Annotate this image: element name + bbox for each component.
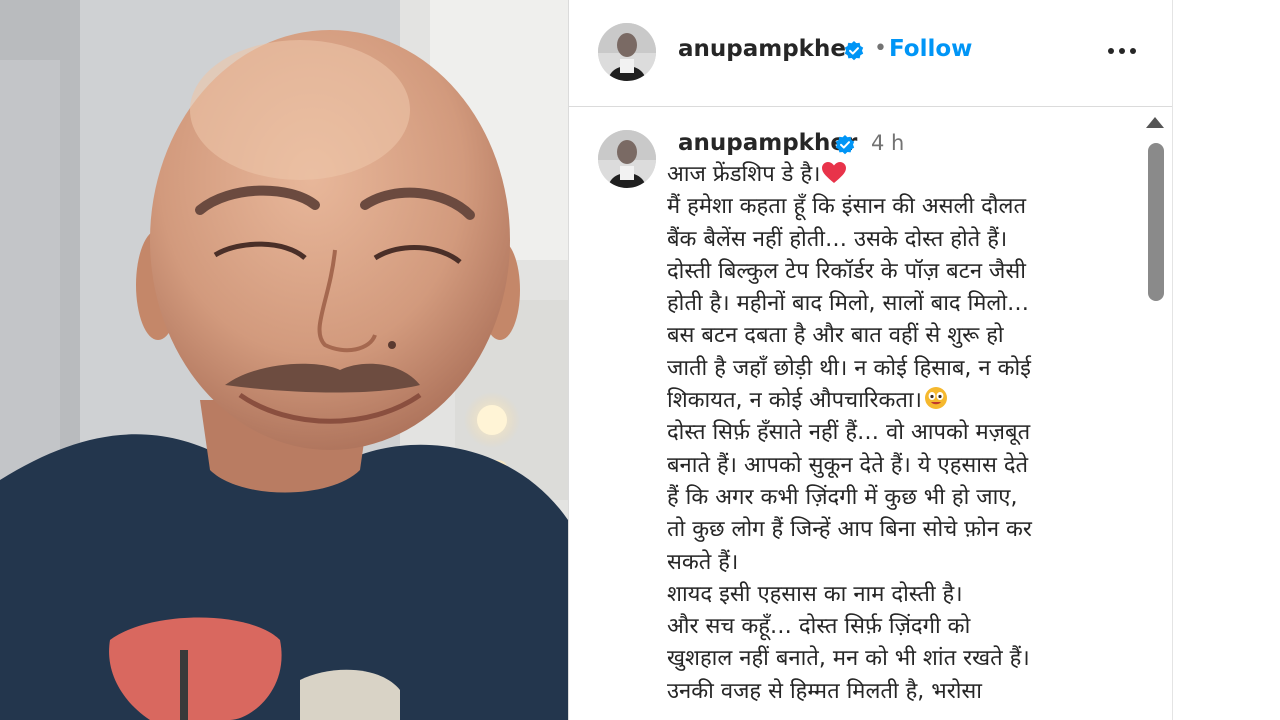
avatar-image xyxy=(598,23,656,81)
caption-line: बनाते हैं। आपको सुकून देते हैं। ये एहसास… xyxy=(667,452,1029,478)
caption-username[interactable]: anupampkher xyxy=(678,130,857,156)
caption-line: हैं कि अगर कभी ज़िंदगी में कुछ भी हो जाए… xyxy=(667,484,1018,510)
post-details-panel: anupampkher • Follow anupampkher 4 h आज … xyxy=(569,0,1173,720)
scrollbar-thumb[interactable] xyxy=(1148,143,1164,301)
caption-line: आज फ्रेंडशिप डे है। xyxy=(667,159,1117,191)
caption-line: बस बटन दबता है और बात वहीं से शुरू हो xyxy=(667,323,1004,349)
separator-dot: • xyxy=(874,36,887,61)
page-background xyxy=(1173,0,1280,720)
caption-line: शिकायत, न कोई औपचारिकता। xyxy=(667,385,1117,417)
follow-button[interactable]: Follow xyxy=(889,36,972,62)
caption-line: बैंक बैलेंस नहीं होती… उसके दोस्त होते ह… xyxy=(667,226,1008,252)
post-timestamp[interactable]: 4 h xyxy=(871,131,904,155)
post-photo[interactable] xyxy=(0,0,568,720)
caption-line: शायद इसी एहसास का नाम दोस्ती है। xyxy=(667,581,963,607)
selfie-image xyxy=(0,0,568,720)
verified-badge-icon xyxy=(844,41,864,61)
caption-text: आज फ्रेंडशिप डे है। मैं हमेशा कहता हूँ क… xyxy=(667,159,1117,708)
heart-emoji-icon xyxy=(822,162,847,183)
avatar[interactable] xyxy=(598,23,656,81)
post-header: anupampkher • Follow xyxy=(569,0,1173,107)
scroll-up-arrow-icon[interactable] xyxy=(1146,117,1164,128)
avatar[interactable] xyxy=(598,130,656,188)
more-options-icon[interactable] xyxy=(1106,48,1138,56)
post-username[interactable]: anupampkher xyxy=(678,36,857,62)
caption-line: तो कुछ लोग हैं जिन्हें आप बिना सोचे फ़ोन… xyxy=(667,517,1032,543)
caption-line: मैं हमेशा कहता हूँ कि इंसान की असली दौलत xyxy=(667,194,1026,220)
grinning-face-emoji-icon xyxy=(924,387,947,410)
verified-badge-icon xyxy=(835,135,855,155)
caption-line: होती है। महीनों बाद मिलो, सालों बाद मिलो… xyxy=(667,291,1030,317)
caption-line: दोस्त सिर्फ़ हँसाते नहीं हैं… वो आपको मज… xyxy=(667,420,1031,446)
caption-line: दोस्ती बिल्कुल टेप रिकॉर्डर के पॉज़ बटन … xyxy=(667,258,1026,284)
caption-line: और सच कहूँ… दोस्त सिर्फ़ ज़िंदगी को xyxy=(667,614,971,640)
caption-line: उनकी वजह से हिम्मत मिलती है, भरोसा xyxy=(667,678,982,704)
caption-line: खुशहाल नहीं बनाते, मन को भी शांत रखते है… xyxy=(667,646,1030,672)
caption-line: सकते हैं। xyxy=(667,549,739,575)
caption-section: anupampkher 4 h आज फ्रेंडशिप डे है। मैं … xyxy=(569,107,1173,720)
caption-line: जाती है जहाँ छोड़ी थी। न कोई हिसाब, न को… xyxy=(667,355,1031,381)
avatar-image xyxy=(598,130,656,188)
